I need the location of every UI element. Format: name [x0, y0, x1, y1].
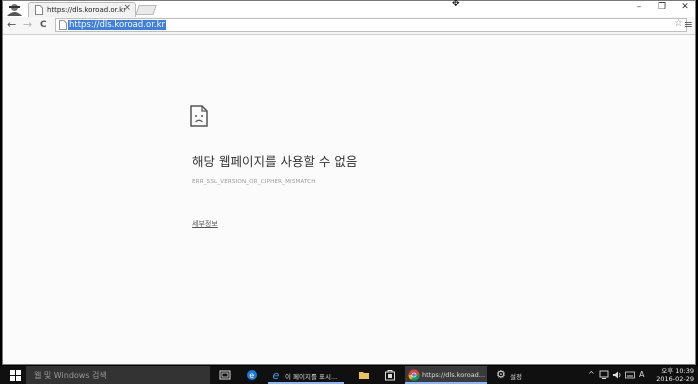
clock-date: 2016-02-29	[656, 375, 694, 383]
volume-icon[interactable]	[612, 370, 622, 380]
profile-avatar-icon[interactable]	[6, 3, 23, 16]
tab-active[interactable]: https://dls.koroad.or.kr/을 ×	[28, 2, 136, 17]
internet-explorer-icon: e	[273, 369, 280, 381]
menu-icon[interactable]: ≡	[684, 18, 693, 31]
forward-button[interactable]: →	[23, 18, 32, 31]
edge-browser-icon[interactable]: e	[246, 369, 258, 381]
system-clock[interactable]: 오후 10:39 2016-02-29	[654, 367, 694, 383]
svg-text:e: e	[249, 371, 254, 380]
chrome-icon	[408, 369, 420, 381]
error-page: 해당 웹페이지를 사용할 수 없음 ERR_SSL_VERSION_OR_CIP…	[3, 35, 695, 366]
tab-strip: https://dls.koroad.or.kr/을 × ✥ – ❐ ✕	[3, 0, 695, 17]
gear-icon: ⚙	[496, 368, 506, 381]
browser-window: https://dls.koroad.or.kr/을 × ✥ – ❐ ✕ ← →…	[2, 0, 696, 365]
svg-text:e: e	[273, 369, 280, 381]
url-text[interactable]: https://dls.koroad.or.kr	[68, 20, 167, 30]
keyboard-icon[interactable]	[625, 370, 635, 380]
page-info-icon[interactable]	[59, 20, 67, 30]
sad-page-icon	[190, 105, 208, 127]
error-heading: 해당 웹페이지를 사용할 수 없음	[192, 154, 358, 169]
mouse-cursor-icon: ✥	[452, 0, 460, 9]
store-icon[interactable]	[384, 369, 396, 381]
input-language-indicator[interactable]: A	[639, 370, 644, 379]
maximize-button[interactable]: ❐	[654, 2, 670, 12]
page-icon	[35, 5, 43, 15]
details-link[interactable]: 세부정보	[192, 219, 218, 229]
file-explorer-icon[interactable]	[358, 369, 370, 381]
minimize-button[interactable]: –	[631, 2, 647, 12]
taskbar-search-box[interactable]: 웹 및 Windows 검색	[26, 366, 210, 384]
taskbar-app-label: 이 페이지를 표시...	[285, 373, 338, 381]
taskbar-app-label: https://dls.koroad...	[422, 371, 486, 379]
clock-time: 오후 10:39	[661, 367, 694, 375]
search-placeholder: 웹 및 Windows 검색	[34, 371, 107, 380]
error-code: ERR_SSL_VERSION_OR_CIPHER_MISMATCH	[192, 179, 316, 185]
taskbar-app-chrome[interactable]: https://dls.koroad...	[405, 366, 487, 384]
new-tab-button[interactable]	[135, 5, 157, 15]
tab-title: https://dls.koroad.or.kr/을	[47, 6, 125, 14]
address-bar[interactable]: https://dls.koroad.or.kr ☆	[55, 18, 687, 32]
network-icon[interactable]	[599, 370, 609, 380]
browser-toolbar: ← → C https://dls.koroad.or.kr ☆ ≡	[3, 17, 695, 35]
taskbar-app-label: 설정	[510, 373, 522, 381]
taskbar: 웹 및 Windows 검색 e e 이 페이지를 표시... https://…	[0, 366, 698, 384]
taskbar-app-settings[interactable]: ⚙ 설정	[493, 366, 533, 384]
task-view-icon[interactable]	[219, 369, 231, 381]
close-window-button[interactable]: ✕	[677, 2, 693, 12]
windows-start-icon[interactable]	[10, 370, 21, 381]
tray-chevron-icon[interactable]: ^	[588, 370, 595, 379]
taskbar-app-ie[interactable]: e 이 페이지를 표시...	[268, 366, 344, 384]
bookmark-star-icon[interactable]: ☆	[674, 18, 683, 29]
reload-button[interactable]: C	[40, 20, 47, 30]
back-button[interactable]: ←	[7, 18, 16, 31]
tab-close-icon[interactable]: ×	[123, 3, 131, 13]
